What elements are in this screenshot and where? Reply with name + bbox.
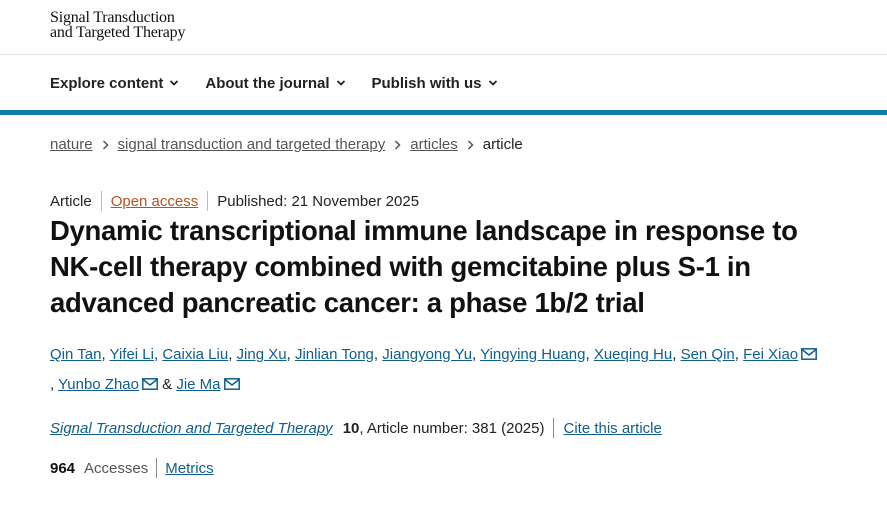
nav-about-journal[interactable]: About the journal [205,72,345,94]
journal-link[interactable]: Signal Transduction and Targeted Therapy [50,420,333,437]
article-title: Dynamic transcriptional immune landscape… [50,215,798,318]
nav-publish-label: Publish with us [371,74,482,92]
metrics-line: 964 Accesses Metrics [50,458,214,478]
metrics-divider [156,458,158,478]
citation-divider [553,418,555,438]
author-link-corresponding[interactable]: Yunbo Zhao [58,376,158,393]
meta-divider [100,191,102,211]
metrics-link[interactable]: Metrics [165,460,213,477]
logo-line-1: Signal Transduction [50,9,175,26]
nav-explore-content[interactable]: Explore content [50,72,179,94]
author-name: Yunbo Zhao [58,376,139,393]
accent-bar [0,110,887,115]
author-link[interactable]: Yingying Huang [480,346,585,363]
accesses-label: Accesses [84,459,149,477]
author-name: Fei Xiao [743,346,799,363]
author-link[interactable]: Sen Qin [681,346,735,363]
journal-logo[interactable]: Signal Transduction and Targeted Therapy [50,9,186,41]
breadcrumb-articles[interactable]: articles [410,136,458,153]
mail-icon[interactable] [142,378,158,390]
main-nav: Explore content About the journal Publis… [50,72,524,94]
author-list: Qin Tan, Yifei Li, Caixia Liu, Jing Xu, … [50,340,820,400]
cite-this-article-link[interactable]: Cite this article [563,420,661,437]
author-link[interactable]: Jing Xu [237,346,287,363]
breadcrumb: nature signal transduction and targeted … [50,136,523,153]
author-link-corresponding[interactable]: Jie Ma [176,376,240,393]
author-link[interactable]: Jiangyong Yu [382,346,472,363]
nav-about-journal-label: About the journal [205,74,330,92]
author-name: Jie Ma [176,376,221,393]
header-divider [0,54,887,55]
breadcrumb-journal[interactable]: signal transduction and targeted therapy [118,136,386,153]
chevron-down-icon [488,80,497,86]
article-meta: Article Open access Published: 21 Novemb… [50,191,419,211]
chevron-down-icon [170,80,179,86]
chevron-right-icon [467,139,474,150]
published-date: Published: 21 November 2025 [217,192,420,210]
logo-line-2: and Targeted Therapy [50,24,186,41]
nav-publish-with-us[interactable]: Publish with us [372,72,498,94]
breadcrumb-current: article [482,136,523,153]
breadcrumb-nature[interactable]: nature [50,136,93,153]
author-link[interactable]: Qin Tan [50,346,101,363]
author-link-corresponding[interactable]: Fei Xiao [743,346,818,363]
open-access-link[interactable]: Open access [111,193,199,210]
author-link[interactable]: Yifei Li [110,346,154,363]
volume: 10 [342,419,360,437]
meta-divider [207,191,209,211]
chevron-right-icon [394,139,401,150]
article-type: Article [50,192,92,210]
citation-line: Signal Transduction and Targeted Therapy… [50,418,662,438]
author-link[interactable]: Jinlian Tong [295,346,374,363]
author-link[interactable]: Caixia Liu [162,346,228,363]
chevron-right-icon [102,139,109,150]
chevron-down-icon [336,80,345,86]
nav-explore-content-label: Explore content [50,74,164,92]
author-conjunction: & [162,376,173,393]
article-number: , Article number: 381 (2025) [359,419,545,437]
accesses-count: 964 [50,459,76,477]
mail-icon[interactable] [801,348,818,360]
author-link[interactable]: Xueqing Hu [594,346,672,363]
mail-icon[interactable] [223,378,240,390]
